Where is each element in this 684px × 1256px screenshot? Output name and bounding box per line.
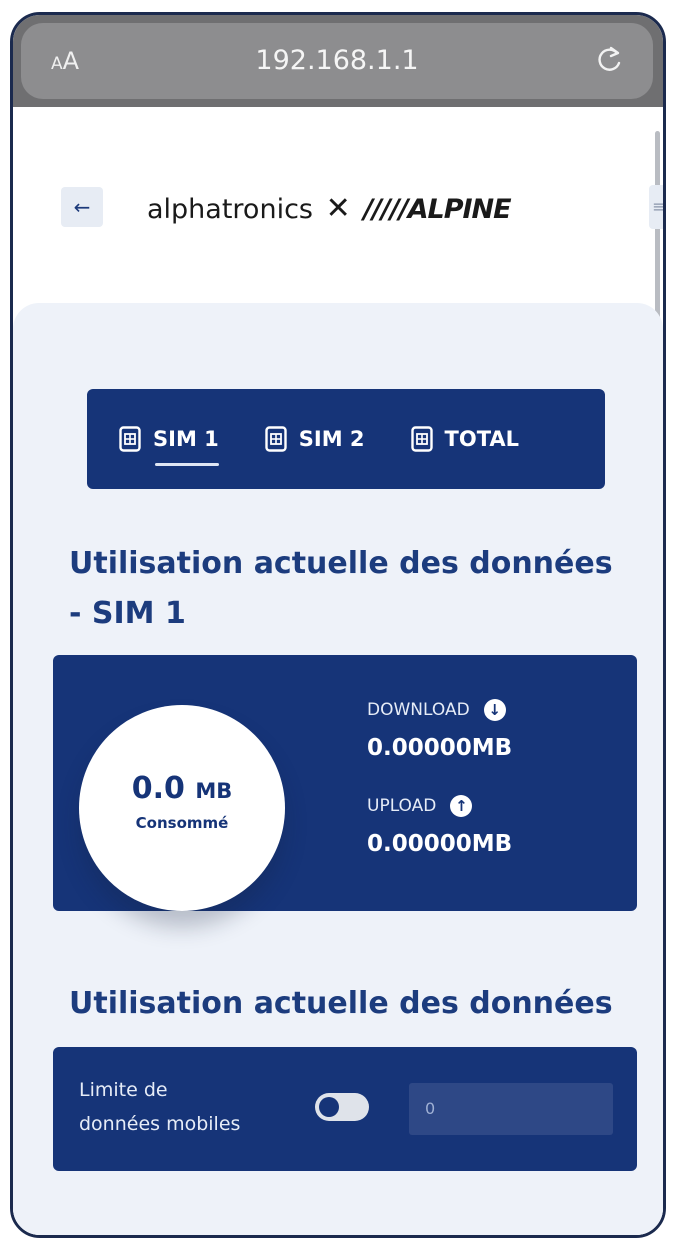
- address-bar[interactable]: AA 192.168.1.1: [21, 23, 653, 99]
- consumed-value: 0.0 MB: [79, 771, 285, 806]
- toggle-knob: [319, 1097, 339, 1117]
- sim-card-icon: [119, 426, 141, 452]
- logo-x: ✕: [325, 191, 351, 226]
- tab-sim-1[interactable]: SIM 1: [119, 426, 219, 452]
- tab-sim-2[interactable]: SIM 2: [265, 426, 365, 452]
- brand-logo: alphatronics ✕ /////ALPINE: [147, 191, 512, 226]
- data-limit-input[interactable]: 0: [409, 1083, 613, 1135]
- browser-toolbar: AA 192.168.1.1: [13, 15, 663, 107]
- tab-label: TOTAL: [444, 427, 520, 451]
- usage-section-title: Utilisation actuelle des données - SIM 1: [69, 539, 613, 639]
- main-content: SIM 1 SIM 2 TOTAL Utilisation actuelle d…: [13, 303, 663, 1235]
- download-value: 0.00000MB: [367, 735, 513, 761]
- logo-alphatronics: alphatronics: [147, 194, 313, 225]
- download-label-text: DOWNLOAD: [367, 700, 470, 720]
- consumption-circle: 0.0 MB Consommé: [79, 705, 285, 911]
- tab-label: SIM 2: [298, 427, 365, 451]
- download-arrow-icon: ↓: [483, 699, 506, 721]
- usage-card: 0.0 MB Consommé DOWNLOAD ↓ 0.00000MB UPL…: [53, 655, 637, 911]
- consumed-number: 0.0: [131, 771, 185, 806]
- upload-label-text: UPLOAD: [367, 796, 437, 816]
- data-limit-card: Limite de données mobiles 0: [53, 1047, 637, 1171]
- url-text: 192.168.1.1: [255, 45, 419, 76]
- logo-alpine: /////ALPINE: [363, 194, 511, 225]
- consumed-unit: MB: [195, 779, 233, 803]
- sim-card-icon: [410, 426, 433, 452]
- menu-button[interactable]: ≡: [649, 185, 663, 229]
- consumed-label: Consommé: [135, 814, 229, 832]
- upload-value: 0.00000MB: [367, 831, 513, 857]
- upload-arrow-icon: ↑: [450, 795, 473, 817]
- data-limit-label: Limite de données mobiles: [79, 1079, 241, 1135]
- tab-label: SIM 1: [153, 427, 219, 451]
- limit-section-title: Utilisation actuelle des données: [69, 986, 613, 1021]
- usage-title-line-1: Utilisation actuelle des données: [69, 546, 613, 581]
- sim-tab-bar: SIM 1 SIM 2 TOTAL: [87, 389, 605, 489]
- data-limit-toggle[interactable]: [315, 1093, 369, 1121]
- phone-frame: AA 192.168.1.1 ← alphatronics ✕ /////ALP…: [10, 12, 666, 1238]
- upload-label: UPLOAD ↑: [367, 795, 473, 817]
- tab-total[interactable]: TOTAL: [410, 426, 520, 452]
- usage-title-line-2: - SIM 1: [69, 596, 186, 631]
- download-label: DOWNLOAD ↓: [367, 699, 506, 721]
- sim-card-icon: [265, 426, 287, 452]
- web-page: ← alphatronics ✕ /////ALPINE ≡ SIM 1 SIM…: [13, 107, 663, 1235]
- reload-icon[interactable]: [591, 41, 627, 77]
- back-button[interactable]: ←: [61, 187, 103, 227]
